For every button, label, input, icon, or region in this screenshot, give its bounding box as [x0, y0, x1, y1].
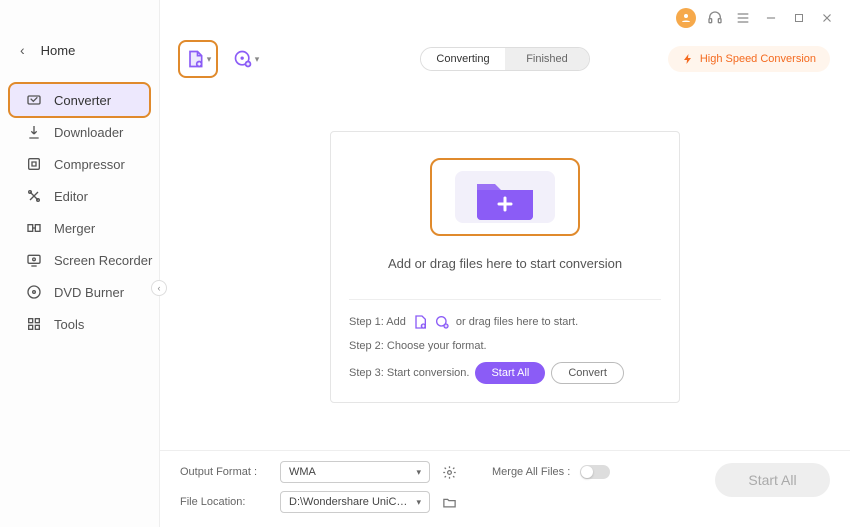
- sidebar-item-editor[interactable]: Editor: [0, 180, 159, 212]
- step-1: Step 1: Add or drag files here to start.: [349, 314, 661, 330]
- dvd-burner-icon: [26, 284, 42, 300]
- main-area: ▾ ▾ Converting Finished High Speed Conve…: [160, 0, 850, 527]
- tab-finished[interactable]: Finished: [505, 48, 589, 70]
- toolbar: ▾ ▾ Converting Finished High Speed Conve…: [160, 0, 850, 84]
- converter-icon: [26, 92, 42, 108]
- add-file-small-icon: [412, 314, 428, 330]
- high-speed-conversion-button[interactable]: High Speed Conversion: [668, 46, 830, 72]
- chevron-down-icon: ▾: [207, 54, 212, 65]
- open-folder-icon[interactable]: [440, 493, 458, 511]
- footer: Output Format : WMA ▾ Merge All Files : …: [160, 450, 850, 527]
- add-files-dropzone[interactable]: [430, 158, 580, 236]
- merge-files-toggle[interactable]: [580, 465, 610, 479]
- sidebar-item-tools[interactable]: Tools: [0, 308, 159, 340]
- chevron-left-icon: ‹: [20, 42, 25, 58]
- convert-small-button[interactable]: Convert: [551, 362, 624, 384]
- sidebar-item-label: Merger: [54, 221, 95, 236]
- tabs: Converting Finished: [420, 47, 590, 71]
- sidebar-item-downloader[interactable]: Downloader: [0, 116, 159, 148]
- file-location-label: File Location:: [180, 496, 270, 508]
- sidebar-item-label: Editor: [54, 189, 88, 204]
- downloader-icon: [26, 124, 42, 140]
- tab-converting[interactable]: Converting: [421, 48, 505, 70]
- output-format-select[interactable]: WMA ▾: [280, 461, 430, 483]
- step1-prefix: Step 1: Add: [349, 316, 406, 328]
- home-label: Home: [41, 43, 76, 58]
- sidebar: ‹ Home Converter Downloader Compressor: [0, 0, 160, 527]
- editor-icon: [26, 188, 42, 204]
- step1-suffix: or drag files here to start.: [456, 316, 578, 328]
- add-dvd-button[interactable]: ▾: [228, 42, 264, 76]
- steps: Step 1: Add or drag files here to start.…: [349, 299, 661, 384]
- content-area: Add or drag files here to start conversi…: [160, 84, 850, 450]
- chevron-down-icon: ▾: [416, 467, 421, 478]
- lightning-icon: [682, 53, 694, 65]
- file-location-select[interactable]: D:\Wondershare UniConverter 1 ▾: [280, 491, 430, 513]
- step3-text: Step 3: Start conversion.: [349, 367, 469, 379]
- sidebar-item-compressor[interactable]: Compressor: [0, 148, 159, 180]
- merge-files-label: Merge All Files :: [492, 466, 570, 478]
- step-3: Step 3: Start conversion. Start All Conv…: [349, 362, 661, 384]
- sidebar-item-label: Tools: [54, 317, 84, 332]
- sidebar-item-label: Compressor: [54, 157, 125, 172]
- gear-icon[interactable]: [440, 463, 458, 481]
- add-file-button[interactable]: ▾: [180, 42, 216, 76]
- sidebar-list: Converter Downloader Compressor Editor: [0, 84, 159, 340]
- file-location-value: D:\Wondershare UniConverter 1: [289, 496, 409, 508]
- app-root: ‹ Home Converter Downloader Compressor: [0, 0, 850, 527]
- hsc-label: High Speed Conversion: [700, 53, 816, 65]
- add-dvd-small-icon: [434, 314, 450, 330]
- dropzone-text: Add or drag files here to start conversi…: [388, 256, 622, 271]
- sidebar-item-label: DVD Burner: [54, 285, 124, 300]
- chevron-down-icon: ▾: [416, 497, 421, 508]
- sidebar-item-dvd-burner[interactable]: DVD Burner: [0, 276, 159, 308]
- sidebar-item-label: Converter: [54, 93, 111, 108]
- output-format-label: Output Format :: [180, 466, 270, 478]
- start-all-small-button[interactable]: Start All: [475, 362, 545, 384]
- folder-plus-icon: [473, 172, 537, 222]
- sidebar-item-label: Screen Recorder: [54, 253, 152, 268]
- step-2: Step 2: Choose your format.: [349, 340, 661, 352]
- screen-recorder-icon: [26, 252, 42, 268]
- merger-icon: [26, 220, 42, 236]
- dropzone: Add or drag files here to start conversi…: [330, 131, 680, 403]
- sidebar-item-screen-recorder[interactable]: Screen Recorder: [0, 244, 159, 276]
- tools-icon: [26, 316, 42, 332]
- start-all-button[interactable]: Start All: [715, 463, 830, 497]
- sidebar-item-converter[interactable]: Converter: [10, 84, 149, 116]
- sidebar-item-label: Downloader: [54, 125, 123, 140]
- output-format-value: WMA: [289, 466, 316, 478]
- sidebar-item-merger[interactable]: Merger: [0, 212, 159, 244]
- compressor-icon: [26, 156, 42, 172]
- chevron-down-icon: ▾: [255, 54, 260, 65]
- home-nav[interactable]: ‹ Home: [0, 32, 159, 68]
